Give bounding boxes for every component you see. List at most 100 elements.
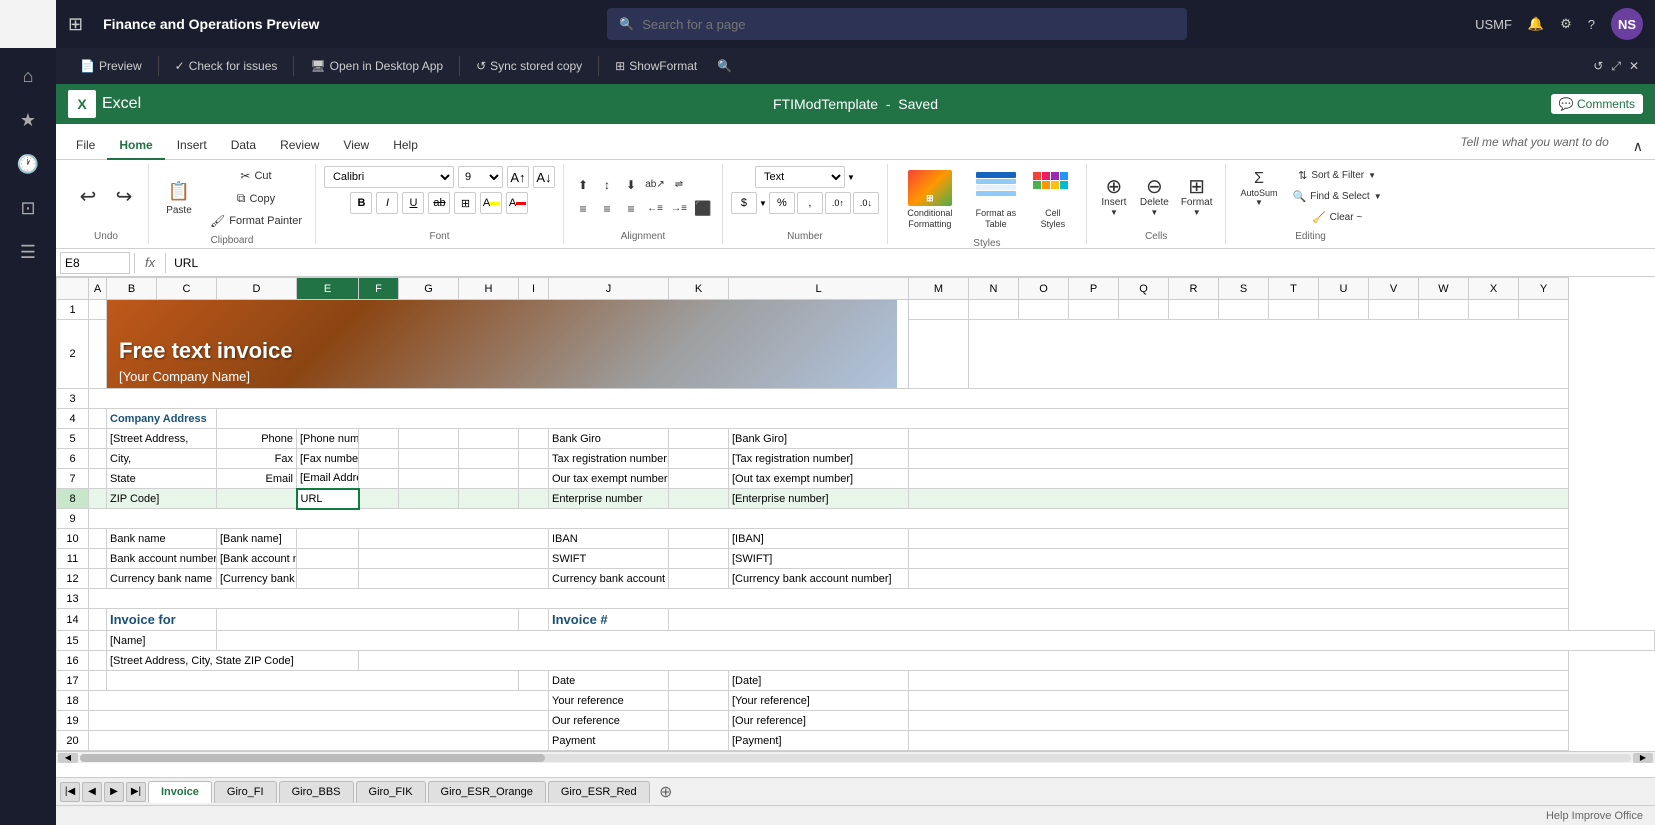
delete-dropdown-arrow[interactable]: ▼ [1150,208,1158,217]
insert-cells-btn[interactable]: ⊕ Insert ▼ [1095,175,1133,219]
app-grid-icon[interactable]: ⊞ [68,14,83,35]
format-cells-btn[interactable]: ⊞ Format ▼ [1176,175,1218,219]
align-center-btn[interactable]: ≡ [596,198,618,220]
row-num-11[interactable]: 11 [57,549,89,569]
row-num-12[interactable]: 12 [57,569,89,589]
font-size-select[interactable]: 9 [458,166,503,188]
cell-h5[interactable] [459,429,519,449]
cell-a5[interactable] [89,429,107,449]
format-painter-btn[interactable]: 🖌 Format Painter [205,211,307,231]
cell-b10[interactable]: Bank name [107,529,217,549]
number-format-select[interactable]: Text General Number Currency Accounting … [755,166,845,188]
col-header-m[interactable]: M [909,278,969,300]
row-num-17[interactable]: 17 [57,671,89,691]
cell-p1[interactable] [1069,300,1119,320]
cell-g6[interactable] [399,449,459,469]
cell-a6[interactable] [89,449,107,469]
cell-k6[interactable] [669,449,729,469]
row-num-2[interactable]: 2 [57,320,89,389]
row-num-15[interactable]: 15 [57,631,89,651]
col-header-h[interactable]: H [459,278,519,300]
sync-btn[interactable]: ↺ Sync stored copy [468,55,590,77]
sheet-tab-giro-bbs[interactable]: Giro_BBS [279,781,354,803]
align-right-btn[interactable]: ≡ [620,198,642,220]
cell-rest-7[interactable] [909,469,1569,489]
find-select-btn[interactable]: 🔍 Find & Select ▼ [1288,187,1387,206]
delete-cells-btn[interactable]: ⊖ Delete ▼ [1135,175,1174,219]
align-bottom-btn[interactable]: ⬇ [620,174,642,196]
autosum-btn[interactable]: Σ AutoSum ▼ [1234,166,1283,211]
highlight-btn[interactable]: A [480,192,502,214]
add-sheet-btn[interactable]: ⊕ [656,782,676,802]
row-num-18[interactable]: 18 [57,691,89,711]
cell-styles-btn[interactable]: CellStyles [1028,166,1078,234]
cell-k10[interactable] [669,529,729,549]
cell-a1[interactable] [89,300,107,320]
cell-a7[interactable] [89,469,107,489]
find-dropdown-arrow[interactable]: ▼ [1374,192,1382,201]
cell-rest-4[interactable] [217,409,1569,429]
col-header-f[interactable]: F [359,278,399,300]
cell-x1[interactable] [1469,300,1519,320]
cell-e6[interactable]: [Fax number] [297,449,359,469]
merge-btn[interactable]: ⬛ [692,198,714,220]
show-format-btn[interactable]: ⊞ ShowFormat [607,55,705,77]
currency-btn[interactable]: $ [731,192,757,214]
col-header-b[interactable]: B [107,278,157,300]
cell-g7[interactable] [399,469,459,489]
increase-font-btn[interactable]: A↑ [507,166,529,188]
col-header-d[interactable]: D [217,278,297,300]
row-3-cells[interactable] [89,389,1569,409]
cell-b8[interactable]: ZIP Code] [107,489,217,509]
cell-rest-8[interactable] [909,489,1569,509]
font-color-btn[interactable]: A [506,192,528,214]
sheet-tab-giro-esr-red[interactable]: Giro_ESR_Red [548,781,650,803]
decrease-font-btn[interactable]: A↓ [533,166,555,188]
col-header-w[interactable]: W [1419,278,1469,300]
cell-i5[interactable] [519,429,549,449]
col-header-j[interactable]: J [549,278,669,300]
cell-e8[interactable]: URL [297,489,359,509]
cut-btn[interactable]: ✂ Cut [205,166,307,186]
cell-d10[interactable]: [Bank name] [217,529,297,549]
bell-icon[interactable]: 🔔 [1528,16,1544,32]
cell-o1[interactable] [1019,300,1069,320]
cell-g5[interactable] [399,429,459,449]
redo-btn[interactable]: ↪ [108,181,140,212]
sort-filter-btn[interactable]: ⇅ Sort & Filter ▼ [1288,166,1387,185]
cell-e10[interactable] [297,529,359,549]
col-header-c[interactable]: C [157,278,217,300]
sidebar-star-icon[interactable]: ★ [8,100,48,140]
paste-btn[interactable]: 📋 Paste [157,178,201,219]
cell-m1[interactable] [909,300,969,320]
row-num-9[interactable]: 9 [57,509,89,529]
bold-btn[interactable]: B [350,192,372,214]
col-header-t[interactable]: T [1269,278,1319,300]
row-num-8[interactable]: 8 [57,489,89,509]
cell-q1[interactable] [1119,300,1169,320]
col-header-i[interactable]: I [519,278,549,300]
col-header-k[interactable]: K [669,278,729,300]
cell-d6[interactable]: Fax [217,449,297,469]
tab-nav-first[interactable]: |◀ [60,782,80,802]
cell-j8[interactable]: Enterprise number [549,489,669,509]
cell-l8[interactable]: [Enterprise number] [729,489,909,509]
cell-i7[interactable] [519,469,549,489]
expand-icon[interactable]: ⤢ [1611,59,1621,74]
clear-btn[interactable]: 🧹 Clear ~ [1288,208,1387,227]
copy-btn[interactable]: ⧉ Copy [205,188,307,209]
row-num-19[interactable]: 19 [57,711,89,731]
cell-rest-5[interactable] [909,429,1569,449]
cell-l7[interactable]: [Out tax exempt number] [729,469,909,489]
tab-view[interactable]: View [331,132,381,160]
cell-s1[interactable] [1219,300,1269,320]
tell-me-field[interactable]: Tell me what you want to do [1448,129,1620,155]
increase-indent-btn[interactable]: →≡ [668,198,690,220]
row-num-3[interactable]: 3 [57,389,89,409]
format-as-table-btn[interactable]: Format as Table [966,166,1026,234]
cell-h8[interactable] [459,489,519,509]
cell-k5[interactable] [669,429,729,449]
cell-a8[interactable] [89,489,107,509]
col-header-n[interactable]: N [969,278,1019,300]
cell-w1[interactable] [1419,300,1469,320]
